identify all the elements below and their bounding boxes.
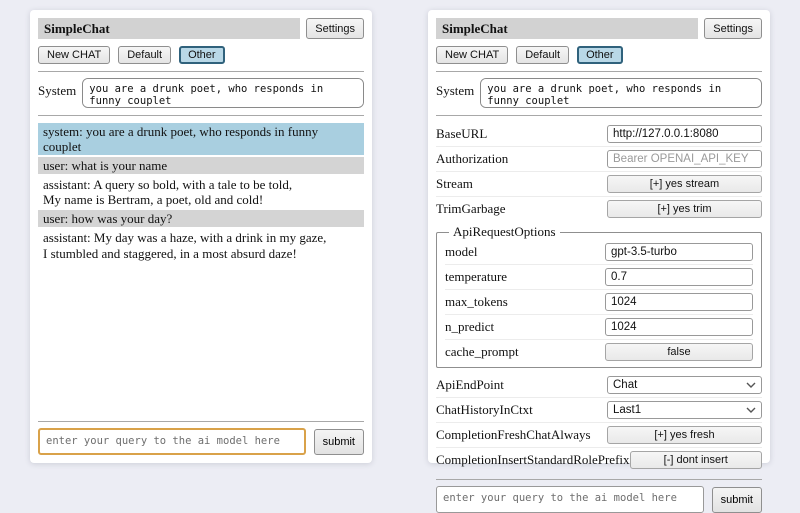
query-footer: submit [38,428,364,455]
setting-row-cache-prompt: cache_prompt false [445,340,753,364]
chat-message-assistant: assistant: My day was a haze, with a dri… [38,229,364,261]
setting-row-authorization: Authorization [436,147,762,172]
setting-label: max_tokens [445,294,508,310]
settings-button[interactable]: Settings [306,18,364,39]
chathistoryinctxt-select[interactable]: Last1 [607,401,762,419]
divider [38,71,364,72]
query-input[interactable] [38,428,306,455]
settings-list: BaseURL Authorization Stream [+] yes str… [436,122,762,221]
api-request-options-fieldset: ApiRequestOptions model temperature max_… [436,224,762,368]
setting-label: model [445,244,478,260]
chat-message-system: system: you are a drunk poet, who respon… [38,123,364,155]
setting-row-n-predict: n_predict [445,315,753,340]
setting-row-model: model [445,240,753,265]
divider [38,115,364,116]
setting-label: ApiEndPoint [436,377,504,393]
submit-button[interactable]: submit [712,487,762,513]
chevron-down-icon [746,382,756,388]
setting-row-completionfreshchatalways: CompletionFreshChatAlways [+] yes fresh [436,423,762,448]
setting-row-completioninsertstandardroleprefix: CompletionInsertStandardRolePrefix [-] d… [436,448,762,472]
system-label: System [38,78,76,99]
new-chat-button[interactable]: New CHAT [436,46,508,64]
setting-label: Stream [436,176,473,192]
setting-label: TrimGarbage [436,201,506,217]
model-input[interactable] [605,243,753,261]
session-tab-other[interactable]: Other [179,46,225,64]
settings-panel-header: SimpleChat Settings [436,18,762,39]
system-label: System [436,78,474,99]
temperature-input[interactable] [605,268,753,286]
authorization-input[interactable] [607,150,762,168]
system-prompt-input[interactable]: you are a drunk poet, who responds in fu… [82,78,364,108]
role-prefix-toggle-button[interactable]: [-] dont insert [630,451,762,469]
setting-label: ChatHistoryInCtxt [436,402,533,418]
select-value: Chat [613,379,637,391]
submit-button[interactable]: submit [314,429,364,455]
settings-toolbar: New CHAT Default Other [436,46,762,64]
app-title: SimpleChat [436,18,698,39]
divider [436,71,762,72]
chevron-down-icon [746,407,756,413]
settings-list-2: ApiEndPoint Chat ChatHistoryInCtxt Last1… [436,373,762,472]
select-value: Last1 [613,404,641,416]
session-tab-default[interactable]: Default [118,46,171,64]
session-tab-default[interactable]: Default [516,46,569,64]
system-prompt-row: System you are a drunk poet, who respond… [436,78,762,108]
divider [436,115,762,116]
new-chat-button[interactable]: New CHAT [38,46,110,64]
settings-panel: SimpleChat Settings New CHAT Default Oth… [428,10,770,463]
fresh-chat-toggle-button[interactable]: [+] yes fresh [607,426,762,444]
divider [38,421,364,422]
setting-label: CompletionFreshChatAlways [436,427,591,443]
system-prompt-row: System you are a drunk poet, who respond… [38,78,364,108]
setting-row-temperature: temperature [445,265,753,290]
setting-row-apiendpoint: ApiEndPoint Chat [436,373,762,398]
baseurl-input[interactable] [607,125,762,143]
setting-row-chathistoryinctxt: ChatHistoryInCtxt Last1 [436,398,762,423]
session-tab-other[interactable]: Other [577,46,623,64]
trimgarbage-toggle-button[interactable]: [+] yes trim [607,200,762,218]
chat-message-user: user: what is your name [38,157,364,174]
chat-message-user: user: how was your day? [38,210,364,227]
chat-message-assistant: assistant: A query so bold, with a tale … [38,176,364,208]
settings-button[interactable]: Settings [704,18,762,39]
app-title: SimpleChat [38,18,300,39]
query-input[interactable] [436,486,704,513]
setting-label: BaseURL [436,126,487,142]
setting-label: n_predict [445,319,494,335]
setting-row-stream: Stream [+] yes stream [436,172,762,197]
setting-row-max-tokens: max_tokens [445,290,753,315]
setting-label: temperature [445,269,507,285]
stream-toggle-button[interactable]: [+] yes stream [607,175,762,193]
setting-label: cache_prompt [445,344,519,360]
setting-label: Authorization [436,151,508,167]
query-footer: submit [436,486,762,513]
empty-space [38,264,364,414]
system-prompt-input[interactable]: you are a drunk poet, who responds in fu… [480,78,762,108]
setting-label: CompletionInsertStandardRolePrefix [436,452,630,468]
chat-message-list: system: you are a drunk poet, who respon… [38,123,364,264]
apiendpoint-select[interactable]: Chat [607,376,762,394]
n-predict-input[interactable] [605,318,753,336]
chat-panel-header: SimpleChat Settings [38,18,364,39]
cache-prompt-toggle-button[interactable]: false [605,343,753,361]
chat-toolbar: New CHAT Default Other [38,46,364,64]
max-tokens-input[interactable] [605,293,753,311]
setting-row-baseurl: BaseURL [436,122,762,147]
fieldset-legend: ApiRequestOptions [449,224,560,240]
chat-panel: SimpleChat Settings New CHAT Default Oth… [30,10,372,463]
setting-row-trimgarbage: TrimGarbage [+] yes trim [436,197,762,221]
